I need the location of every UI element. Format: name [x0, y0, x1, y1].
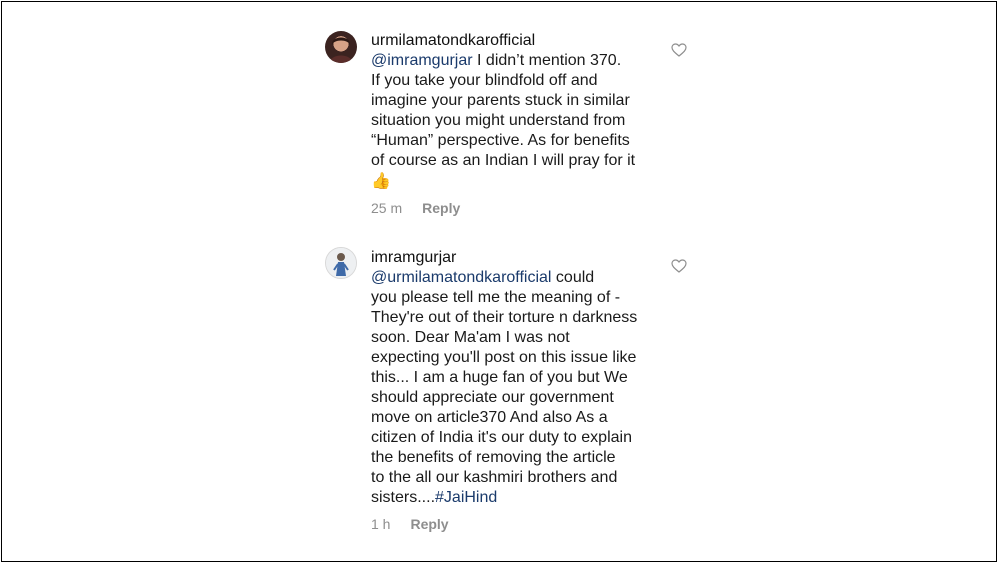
reply-button[interactable]: Reply: [410, 516, 448, 532]
comment-line: imagine your parents stuck in similar: [371, 92, 630, 109]
comment-timestamp: 25 m: [371, 200, 403, 216]
comment-line: If you take your blindfold off and: [371, 72, 598, 89]
comment-line: you please tell me the meaning of -: [371, 289, 621, 306]
comment-text: @urmilamatondkarofficial could you pleas…: [371, 268, 671, 508]
comment-username[interactable]: urmilamatondkarofficial: [371, 31, 535, 51]
comment-line: expecting you'll post on this issue like: [371, 349, 637, 366]
mention-link[interactable]: @urmilamatondkarofficial: [371, 269, 551, 286]
comment-line: citizen of India it's our duty to explai…: [371, 429, 632, 446]
comment-line: They're out of their torture n darkness: [371, 309, 638, 326]
mention-link[interactable]: @imramgurjar: [371, 52, 473, 69]
comment-line: sisters....#JaiHind: [371, 489, 498, 506]
comment-line: move on article370 And also As a: [371, 409, 608, 426]
comment-line: the benefits of removing the article: [371, 449, 616, 466]
comment-meta: 1 h Reply: [371, 514, 449, 534]
heart-outline-icon[interactable]: [671, 259, 687, 273]
profile-photo-icon: [329, 37, 353, 63]
hashtag-link[interactable]: #JaiHind: [435, 489, 497, 506]
reply-button[interactable]: Reply: [422, 200, 460, 216]
comment-line: @imramgurjar I didn’t mention 370.: [371, 52, 622, 69]
comment-username[interactable]: imramgurjar: [371, 248, 456, 268]
comment-line: to the all our kashmiri brothers and: [371, 469, 618, 486]
comment-line: @urmilamatondkarofficial could: [371, 269, 595, 286]
comment-line: this... I am a huge fan of you but We: [371, 369, 628, 386]
profile-photo-icon: [326, 248, 356, 278]
comment-line: “Human” perspective. As for benefits: [371, 132, 630, 149]
comment-line: should appreciate our government: [371, 389, 614, 406]
comment-line: situation you might understand from: [371, 112, 626, 129]
heart-outline-icon[interactable]: [671, 43, 687, 57]
thumbs-up-emoji-icon: 👍: [371, 173, 391, 190]
avatar[interactable]: [325, 31, 357, 63]
comment-meta: 25 m Reply: [371, 198, 460, 218]
comment-line: soon. Dear Ma'am I was not: [371, 329, 570, 346]
comment-text: @imramgurjar I didn’t mention 370. If yo…: [371, 51, 671, 193]
avatar[interactable]: [325, 247, 357, 279]
comment-timestamp: 1 h: [371, 516, 391, 532]
comment-line: of course as an Indian I will pray for i…: [371, 152, 636, 169]
